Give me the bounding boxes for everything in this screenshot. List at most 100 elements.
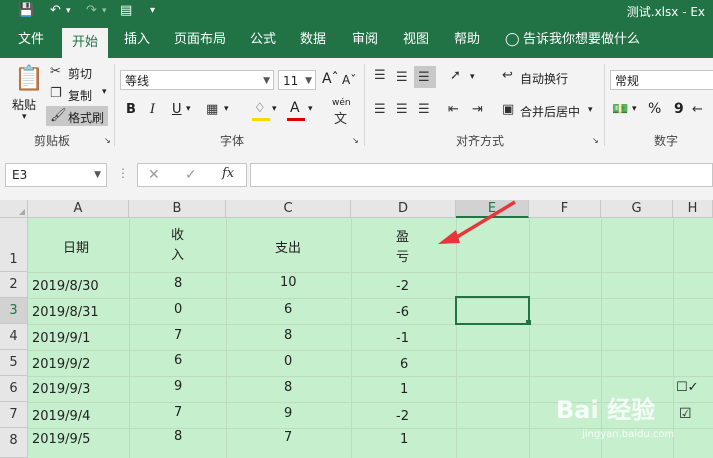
merge-center-button[interactable]: 合并后居中	[520, 103, 580, 120]
tab-formulas[interactable]: 公式	[250, 22, 276, 58]
confirm-icon[interactable]: ✓	[185, 167, 197, 183]
form-icon[interactable]: ▤	[120, 2, 132, 20]
cell-b3[interactable]: 0	[174, 302, 182, 317]
fill-color-dropdown-icon[interactable]: ▾	[272, 104, 277, 114]
tab-page-layout[interactable]: 页面布局	[174, 22, 226, 58]
cell-c1-header[interactable]: 支出	[275, 237, 301, 256]
paste-button[interactable]: 粘贴	[12, 96, 36, 113]
font-size-combo[interactable]: 11 ▼	[278, 70, 316, 90]
underline-dropdown-icon[interactable]: ▾	[186, 104, 191, 114]
copy-icon[interactable]: ❐	[50, 86, 62, 101]
cell-b8[interactable]: 8	[174, 429, 182, 444]
font-color-button[interactable]: A	[290, 100, 300, 116]
cell-d6[interactable]: 1	[400, 382, 408, 397]
cell-c3[interactable]: 6	[284, 302, 292, 317]
borders-dropdown-icon[interactable]: ▾	[224, 104, 229, 114]
row-header-1[interactable]: 1	[0, 218, 28, 272]
accounting-format-icon[interactable]: 💵	[612, 102, 628, 117]
undo-icon[interactable]: ↶	[50, 2, 61, 20]
cell-d5[interactable]: 6	[400, 357, 408, 372]
font-color-dropdown-icon[interactable]: ▾	[308, 104, 313, 114]
cell-d7[interactable]: -2	[396, 409, 409, 424]
borders-icon[interactable]: ▦	[206, 102, 218, 117]
column-header-g[interactable]: G	[601, 200, 673, 218]
cell-a4[interactable]: 2019/9/1	[32, 331, 90, 346]
checkbox-icon[interactable]: ☐✓	[676, 380, 699, 395]
tell-me-search[interactable]: 告诉我你想要做什么	[523, 22, 640, 58]
copy-dropdown-icon[interactable]: ▾	[102, 87, 107, 97]
copy-button[interactable]: 复制	[68, 87, 92, 104]
save-icon[interactable]: 💾	[18, 2, 34, 20]
undo-dropdown-icon[interactable]: ▾	[66, 2, 71, 20]
cell-d1-header-line2[interactable]: 亏	[396, 246, 409, 265]
orientation-icon[interactable]: ➚	[450, 68, 461, 83]
formula-input[interactable]	[250, 163, 713, 187]
merge-dropdown-icon[interactable]: ▾	[588, 105, 593, 115]
decrease-indent-icon[interactable]: ⇤	[448, 102, 459, 117]
tab-insert[interactable]: 插入	[124, 22, 150, 58]
cell-b5[interactable]: 6	[174, 353, 182, 368]
cell-b1-header-line1[interactable]: 收	[171, 224, 184, 243]
cell-c6[interactable]: 8	[284, 380, 292, 395]
cell-c4[interactable]: 8	[284, 328, 292, 343]
name-box[interactable]: E3 ▼	[5, 163, 107, 187]
cell-d8[interactable]: 1	[400, 432, 408, 447]
cell-a8[interactable]: 2019/9/5	[32, 432, 90, 447]
row-header-7[interactable]: 7	[0, 402, 28, 428]
selected-cell-e3[interactable]	[455, 296, 530, 325]
cell-b2[interactable]: 8	[174, 276, 182, 291]
tab-home[interactable]: 开始	[62, 28, 109, 58]
cell-c8[interactable]: 7	[284, 430, 292, 445]
accounting-dropdown-icon[interactable]: ▾	[632, 104, 637, 114]
cell-a5[interactable]: 2019/9/2	[32, 357, 90, 372]
phonetic-icon[interactable]: 文	[334, 108, 347, 127]
decrease-font-icon[interactable]: Aˇ	[342, 73, 356, 87]
cell-a3[interactable]: 2019/8/31	[32, 305, 99, 320]
customize-toolbar-icon[interactable]: ▾	[150, 2, 155, 20]
tab-view[interactable]: 视图	[403, 22, 429, 58]
tab-help[interactable]: 帮助	[454, 22, 480, 58]
cell-c2[interactable]: 10	[280, 275, 297, 290]
row-header-3[interactable]: 3	[0, 298, 28, 324]
row-header-5[interactable]: 5	[0, 350, 28, 376]
cell-d3[interactable]: -6	[396, 305, 409, 320]
column-header-a[interactable]: A	[28, 200, 129, 218]
cell-d1-header-line1[interactable]: 盈	[396, 226, 409, 245]
fill-color-icon[interactable]: ♢	[254, 101, 266, 116]
cell-b4[interactable]: 7	[174, 328, 182, 343]
increase-decimal-icon[interactable]: ←	[692, 102, 703, 117]
cell-b1-header-line2[interactable]: 入	[171, 244, 184, 263]
alignment-launcher-icon[interactable]: ↘	[592, 136, 599, 145]
row-header-2[interactable]: 2	[0, 272, 28, 298]
percent-button[interactable]: %	[648, 101, 661, 117]
redo-dropdown-icon[interactable]: ▾	[102, 2, 107, 20]
cell-a2[interactable]: 2019/8/30	[32, 279, 99, 294]
cut-button[interactable]: 剪切	[68, 65, 92, 82]
wrap-text-button[interactable]: 自动换行	[520, 70, 568, 87]
increase-font-icon[interactable]: Aˆ	[322, 71, 339, 87]
cell-c5[interactable]: 0	[284, 354, 292, 369]
column-header-h[interactable]: H	[673, 200, 713, 218]
redo-icon[interactable]: ↷	[86, 2, 97, 20]
paste-dropdown-icon[interactable]: ▾	[22, 112, 27, 122]
cell-a6[interactable]: 2019/9/3	[32, 382, 90, 397]
select-all-button[interactable]: ◢	[0, 200, 28, 218]
cell-a7[interactable]: 2019/9/4	[32, 409, 90, 424]
row-header-6[interactable]: 6	[0, 376, 28, 402]
cut-icon[interactable]: ✂	[50, 64, 61, 79]
tab-review[interactable]: 审阅	[352, 22, 378, 58]
insert-function-button[interactable]: fx	[222, 166, 234, 181]
italic-button[interactable]: I	[150, 102, 155, 117]
cell-d4[interactable]: -1	[396, 331, 409, 346]
align-top-icon[interactable]: ☰	[374, 68, 386, 83]
cell-d2[interactable]: -2	[396, 279, 409, 294]
cell-b6[interactable]: 9	[174, 379, 182, 394]
number-format-combo[interactable]: 常规	[610, 70, 713, 90]
orientation-dropdown-icon[interactable]: ▾	[470, 72, 475, 82]
align-right-icon[interactable]: ☰	[418, 102, 430, 117]
row-header-8[interactable]: 8	[0, 428, 28, 458]
cancel-icon[interactable]: ✕	[148, 167, 160, 183]
column-header-b[interactable]: B	[129, 200, 226, 218]
column-header-f[interactable]: F	[529, 200, 601, 218]
tab-data[interactable]: 数据	[300, 22, 326, 58]
